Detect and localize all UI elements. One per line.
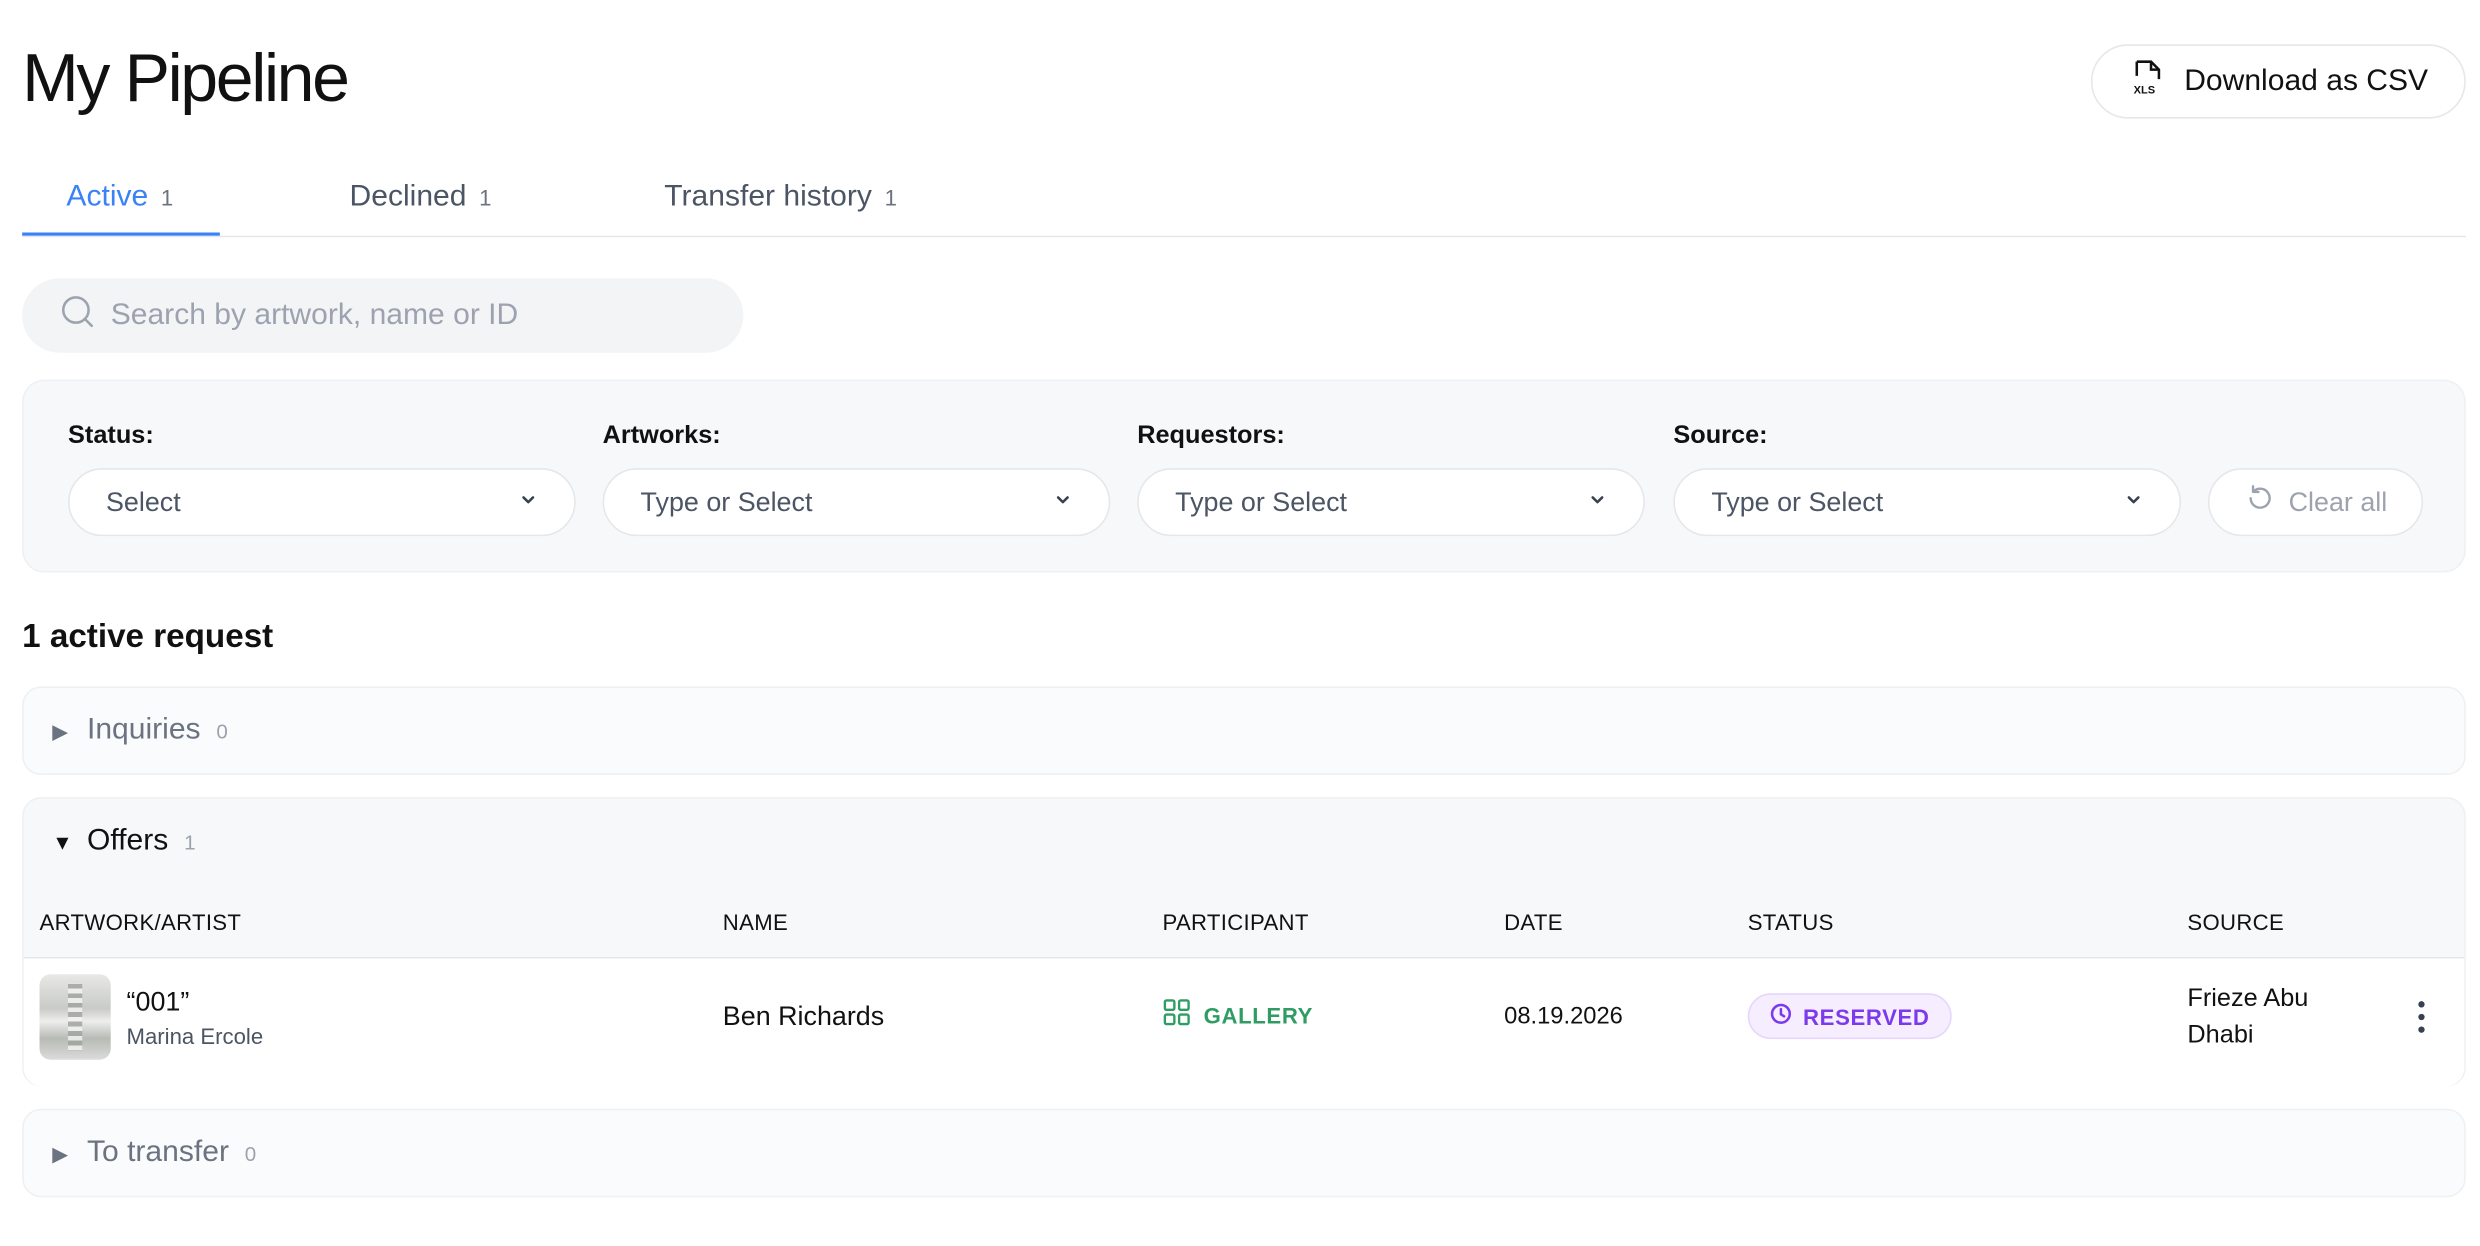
source-filter-label: Source: [1673, 422, 1768, 450]
requestors-filter-select[interactable]: Type or Select [1137, 468, 1645, 537]
source-value: Frieze Abu Dhabi [2187, 985, 2309, 1049]
active-tab-indicator [22, 232, 220, 236]
svg-text:XLS: XLS [2134, 84, 2156, 96]
tab-count: 1 [884, 185, 897, 211]
chevron-down-icon [1052, 486, 1074, 518]
tab-label: Declined [349, 180, 467, 214]
table-header: ARTWORK/ARTIST NAME PARTICIPANT DATE STA… [24, 894, 2464, 957]
artworks-filter-value: Type or Select [640, 486, 813, 517]
chevron-down-icon [517, 486, 539, 518]
section-title: Inquiries [86, 713, 201, 747]
search-box [22, 278, 744, 353]
clear-all-button[interactable]: Clear all [2207, 468, 2424, 537]
status-filter-select[interactable]: Select [68, 468, 576, 537]
gallery-grid-icon [1162, 998, 1190, 1031]
artwork-thumbnail[interactable] [39, 974, 111, 1060]
caret-right-icon: ▶ [52, 1141, 69, 1166]
status-filter-label: Status: [68, 422, 154, 450]
column-header: ARTWORK/ARTIST [39, 909, 242, 935]
to-transfer-section: ▶ To transfer 0 [22, 1108, 2466, 1198]
filters-panel: Status: Select Artworks: Type or Select … [22, 379, 2466, 573]
tab-count: 1 [479, 185, 492, 211]
more-options-icon[interactable] [2412, 996, 2431, 1037]
artworks-filter-label: Artworks: [602, 422, 721, 450]
active-request-count: 1 active request [22, 618, 274, 655]
tab-declined[interactable]: Declined 1 [350, 180, 492, 215]
chevron-down-icon [1586, 486, 1608, 518]
participant-label: GALLERY [1203, 1001, 1314, 1028]
tab-transfer-history[interactable]: Transfer history 1 [664, 180, 897, 215]
request-date: 08.19.2026 [1504, 1002, 1623, 1030]
requestor-name: Ben Richards [722, 1001, 885, 1032]
chevron-down-icon [2123, 486, 2145, 518]
requestors-filter-label: Requestors: [1137, 422, 1285, 450]
to-transfer-toggle[interactable]: ▶ To transfer 0 [52, 1136, 256, 1171]
search-icon [60, 294, 95, 337]
status-badge: RESERVED [1747, 993, 1952, 1040]
tab-label: Transfer history [664, 180, 872, 214]
section-count: 0 [216, 719, 228, 744]
column-header: PARTICIPANT [1162, 909, 1309, 935]
tab-bar: Active 1 Declined 1 Transfer history 1 [22, 158, 2466, 238]
tab-label: Active [66, 180, 149, 214]
participant-tag: GALLERY [1162, 998, 1313, 1031]
pipeline-page: My Pipeline XLS Download as CSV Active 1… [0, 0, 2480, 1246]
section-title: To transfer [86, 1135, 229, 1169]
artist-name: Marina Ercole [126, 1023, 264, 1049]
artwork-title[interactable]: “001” [127, 987, 190, 1019]
inquiries-section: ▶ Inquiries 0 [22, 686, 2466, 775]
status-label: RESERVED [1803, 1003, 1930, 1029]
inquiries-toggle[interactable]: ▶ Inquiries 0 [52, 713, 228, 748]
offers-toggle[interactable]: ▼ Offers 1 [52, 824, 195, 859]
page-title: My Pipeline [22, 41, 350, 118]
column-header: SOURCE [2187, 909, 2285, 935]
download-csv-button[interactable]: XLS Download as CSV [2090, 44, 2466, 119]
requestors-filter-value: Type or Select [1175, 486, 1348, 517]
column-header: DATE [1504, 909, 1563, 935]
search-input[interactable] [110, 298, 712, 333]
table-row[interactable]: “001” Marina Ercole Ben Richards GALLERY… [23, 956, 2465, 1087]
offers-section: ▼ Offers 1 ARTWORK/ARTIST NAME PARTICIPA… [22, 797, 2466, 1087]
artworks-filter-select[interactable]: Type or Select [602, 468, 1111, 537]
tab-active[interactable]: Active 1 [66, 180, 173, 215]
source-filter-value: Type or Select [1711, 486, 1884, 517]
download-csv-label: Download as CSV [2184, 64, 2429, 98]
status-filter-value: Select [105, 486, 181, 517]
reset-icon [2244, 482, 2276, 522]
source-filter-select[interactable]: Type or Select [1673, 468, 2182, 537]
caret-down-icon: ▼ [52, 830, 73, 855]
section-count: 0 [244, 1141, 257, 1166]
clear-all-label: Clear all [2288, 486, 2388, 517]
clock-icon [1770, 1003, 1792, 1030]
tab-count: 1 [160, 185, 174, 211]
column-header: STATUS [1747, 909, 1834, 935]
section-title: Offers [86, 824, 169, 858]
column-header: NAME [722, 909, 789, 935]
xls-file-icon: XLS [2130, 58, 2165, 105]
section-count: 1 [184, 830, 196, 855]
caret-right-icon: ▶ [52, 719, 69, 744]
